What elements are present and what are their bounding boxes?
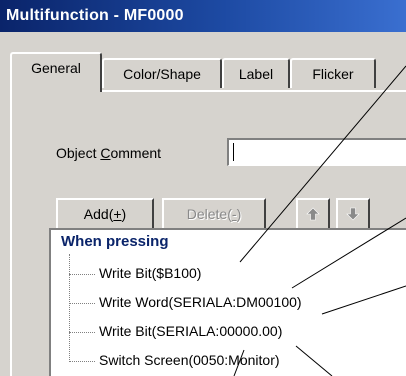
move-up-button[interactable]	[296, 198, 330, 230]
tab-flicker-label: Flicker	[312, 66, 354, 82]
tree-item[interactable]: Write Bit($B100)	[69, 260, 201, 286]
tab-label[interactable]: Label	[222, 58, 290, 88]
tab-color-shape[interactable]: Color/Shape	[102, 58, 222, 88]
tree-connector	[69, 360, 95, 362]
delete-button[interactable]: Delete(-)	[162, 198, 266, 230]
object-comment-label: Object Comment	[56, 145, 162, 161]
window-title: Multifunction - MF0000	[6, 7, 184, 24]
tab-flicker[interactable]: Flicker	[290, 58, 376, 88]
tree-connector	[69, 331, 95, 333]
action-tree[interactable]: When pressing Write Bit($B100) Write Wor…	[49, 228, 406, 376]
text-caret	[233, 143, 234, 161]
tree-item[interactable]: Write Bit(SERIALA:00000.00)	[69, 318, 282, 344]
arrow-up-icon	[306, 207, 320, 221]
tree-item[interactable]: Write Word(SERIALA:DM00100)	[69, 289, 302, 315]
tree-connector	[69, 302, 95, 304]
arrow-down-icon	[346, 207, 360, 221]
tab-general[interactable]: General	[10, 52, 102, 92]
tree-root-when-pressing[interactable]: When pressing	[61, 233, 169, 250]
tab-general-label: General	[31, 60, 81, 76]
move-down-button[interactable]	[336, 198, 370, 230]
multifunction-dialog: Multifunction - MF0000 General Color/Sha…	[0, 0, 406, 376]
tab-label-label: Label	[238, 66, 274, 82]
add-button[interactable]: Add(+)	[56, 198, 154, 230]
tab-strip: General Color/Shape Label Flicker	[10, 52, 406, 92]
tree-connector	[69, 273, 95, 275]
tab-color-shape-label: Color/Shape	[123, 66, 201, 82]
window-title-bar[interactable]: Multifunction - MF0000	[0, 0, 406, 32]
tree-item[interactable]: Switch Screen(0050:Monitor)	[69, 347, 280, 373]
object-comment-input[interactable]	[227, 138, 406, 166]
